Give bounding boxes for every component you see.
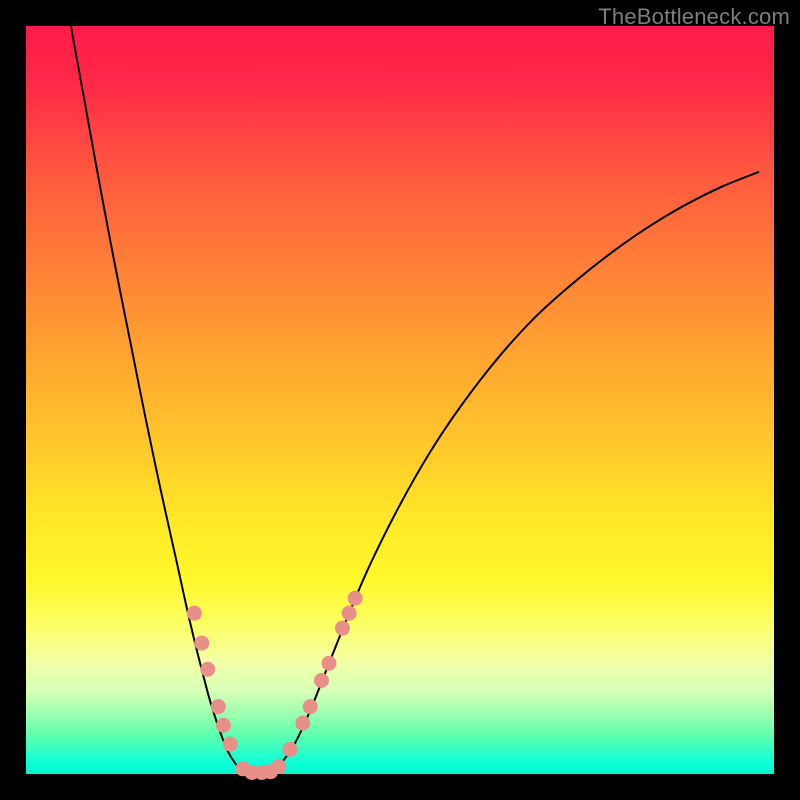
- marker-left-0: [187, 606, 202, 621]
- curve-right: [273, 172, 759, 771]
- watermark-text: TheBottleneck.com: [598, 4, 790, 30]
- marker-right-0: [271, 759, 286, 774]
- marker-right-5: [321, 656, 336, 671]
- marker-right-6: [335, 621, 350, 636]
- marker-right-8: [348, 591, 363, 606]
- chart-frame: [26, 26, 774, 774]
- markers-group: [187, 591, 363, 780]
- marker-left-2: [200, 662, 215, 677]
- marker-right-3: [303, 699, 318, 714]
- chart-svg: [26, 26, 774, 774]
- marker-left-3: [211, 699, 226, 714]
- marker-left-4: [216, 718, 231, 733]
- marker-right-4: [314, 673, 329, 688]
- marker-right-1: [283, 742, 298, 757]
- marker-right-7: [342, 606, 357, 621]
- marker-right-2: [295, 716, 310, 731]
- curve-left: [71, 26, 243, 771]
- marker-left-5: [223, 737, 238, 752]
- marker-left-1: [194, 636, 209, 651]
